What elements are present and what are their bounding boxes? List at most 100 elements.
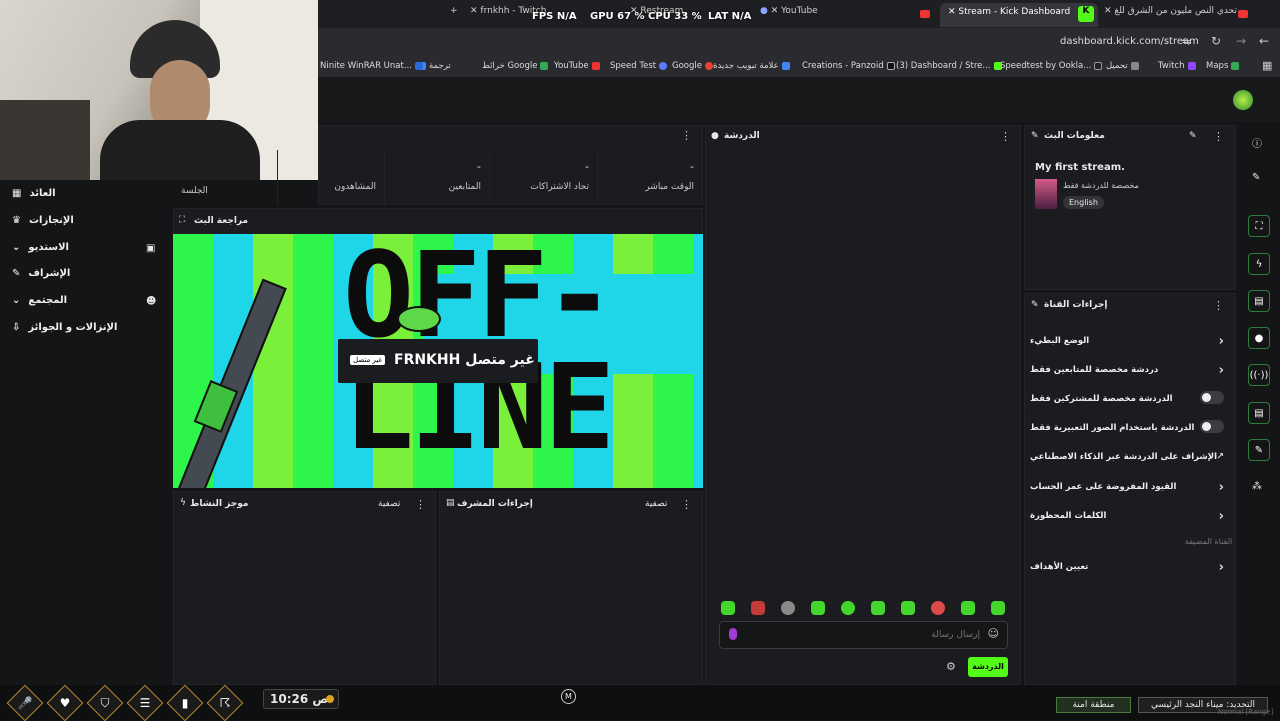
action-followers-only[interactable]: دردشة مخصصة للمتابعين فقط › — [1030, 363, 1230, 378]
emote-icon[interactable] — [811, 601, 825, 615]
chat-send-button[interactable]: الدردشة — [968, 657, 1008, 677]
sidebar-item-achievements[interactable]: ♛ الإنجازات — [12, 215, 74, 226]
emote-icon[interactable] — [871, 601, 885, 615]
offline-lamp — [397, 306, 441, 332]
bookmark-item[interactable]: Ninite WinRAR Unat... — [320, 61, 423, 71]
youtube-icon — [591, 62, 600, 70]
emotes-only-toggle[interactable] — [1200, 420, 1224, 433]
new-tab-icon[interactable]: + — [450, 6, 458, 22]
bookmark-item[interactable]: Speedtest by Ookla... — [1000, 61, 1103, 71]
layout-icon[interactable]: ▤ — [1248, 402, 1270, 424]
close-icon[interactable]: ✕ — [1104, 6, 1114, 16]
info-icon[interactable]: ⓘ — [1252, 135, 1262, 150]
site-settings-icon[interactable]: ⇋ — [1182, 35, 1191, 48]
emote-icon[interactable] — [991, 601, 1005, 615]
edit-icon[interactable]: ✎ — [1189, 131, 1197, 141]
action-label: القيود المفروضة على عمر الحساب — [1030, 482, 1177, 492]
action-ai-moderation[interactable]: الإشراف على الدردشة عبر الذكاء الاصطناعي… — [1030, 452, 1230, 462]
sidebar-item-community[interactable]: ⌄ المجتمع — [12, 295, 67, 306]
google-icon — [704, 62, 713, 70]
sidebar-item-studio[interactable]: ⌄ الاستديو — [12, 242, 69, 253]
url-field[interactable]: dashboard.kick.com/stream — [1060, 36, 1199, 47]
revenue-icon: ▦ — [12, 188, 22, 199]
wrench-icon[interactable]: ✎ — [1248, 439, 1270, 461]
emote-icon[interactable] — [961, 601, 975, 615]
sidebar-item-moderation[interactable]: ✎ الإشراف — [12, 268, 70, 279]
more-icon[interactable]: ⋮ — [681, 129, 692, 142]
avatar[interactable] — [1233, 90, 1253, 110]
stat-value: - — [690, 160, 694, 173]
document-icon: ▤ — [446, 498, 455, 508]
activity-filter-button[interactable]: تصفية — [378, 499, 400, 509]
emote-icon[interactable] — [751, 601, 765, 615]
bookmarks-folder-icon[interactable]: ▦ — [1262, 59, 1272, 72]
settings-gear-icon[interactable]: ⚙ — [946, 660, 956, 673]
cpu-label: CPU — [648, 11, 671, 22]
bookmark-item[interactable]: علامة تبويب جديدة — [713, 61, 790, 71]
bookmark-item[interactable]: Google — [672, 61, 713, 71]
chat-icon[interactable]: ● — [1248, 327, 1270, 349]
sidebar-item-drops[interactable]: ⇩ الإنزالات و الجوائز — [12, 322, 117, 333]
bookmark-item[interactable]: Creations - Panzoid — [802, 61, 895, 71]
tab-label: Stream - Kick Dashboard — [958, 7, 1071, 17]
more-icon[interactable]: ⋮ — [415, 498, 426, 511]
more-icon[interactable]: ⋮ — [1213, 130, 1224, 143]
action-banned-words[interactable]: الكلمات المحظورة › — [1030, 509, 1230, 524]
bookmark-item[interactable]: تحميل — [1106, 61, 1139, 71]
emote-icon[interactable] — [841, 601, 855, 615]
action-account-age[interactable]: القيود المفروضة على عمر الحساب › — [1030, 480, 1230, 495]
subscribers-only-toggle[interactable] — [1200, 391, 1224, 404]
chat-input[interactable] — [744, 626, 980, 644]
fps-value: N/A — [556, 11, 577, 22]
emote-icon[interactable] — [901, 601, 915, 615]
more-icon[interactable]: ⋮ — [1000, 130, 1011, 143]
emote-icon[interactable] — [931, 601, 945, 615]
bookmark-label: Google — [672, 61, 702, 71]
bookmark-item[interactable]: YouTube — [554, 61, 600, 71]
bookmark-label: (3) Dashboard / Stre... — [896, 61, 991, 71]
emote-icon[interactable] — [781, 601, 795, 615]
broadcast-icon[interactable]: ((·)) — [1248, 364, 1270, 386]
chat-bubble-icon: ● — [711, 131, 719, 141]
community-icon[interactable]: ⁂ — [1252, 481, 1262, 492]
sun-icon — [326, 695, 334, 703]
sidebar-item-label: الاستديو — [28, 242, 69, 253]
close-icon[interactable]: ✕ — [948, 7, 958, 17]
bookmark-item[interactable]: خرائط Google — [482, 61, 549, 71]
more-icon[interactable]: ⋮ — [1213, 299, 1224, 312]
mod-filter-button[interactable]: تصفية — [645, 499, 667, 509]
emoji-icon[interactable]: ☺ — [988, 627, 999, 640]
forward-icon[interactable]: → — [1236, 34, 1246, 48]
mic-icon[interactable] — [729, 628, 737, 640]
tab-label: تحدي النص مليون من الشرق للغ — [1114, 6, 1237, 16]
webcam-background — [0, 100, 90, 180]
document-icon[interactable]: ▤ — [1248, 290, 1270, 312]
lightning-icon[interactable]: ϟ — [1248, 253, 1270, 275]
bookmark-item[interactable]: Maps — [1206, 61, 1240, 71]
close-icon[interactable]: ✕ — [768, 6, 781, 16]
language-tag: English — [1063, 196, 1104, 209]
tab-kick-dashboard[interactable]: ✕ Stream - Kick Dashboard — [940, 3, 1098, 27]
edit-icon[interactable]: ✎ — [1252, 172, 1260, 183]
capture-icon[interactable]: ⛶ — [1248, 215, 1270, 237]
more-icon[interactable]: ⋮ — [681, 498, 692, 511]
tab-youtube[interactable]: ● ✕ YouTube — [760, 6, 818, 22]
bookmark-item[interactable]: Twitch — [1158, 61, 1196, 71]
action-slow-mode[interactable]: الوضع البطيء › — [1030, 334, 1230, 349]
bookmark-item[interactable]: (3) Dashboard / Stre... — [896, 61, 1002, 71]
mic-icon: 🎤 — [17, 696, 33, 710]
channel-status-name: FRNKHH غير متصل — [394, 352, 535, 368]
action-set-goals[interactable]: تعيين الأهداف › — [1030, 560, 1230, 575]
cpu-value: 33 % — [674, 11, 702, 22]
ninite-icon — [414, 62, 423, 70]
close-icon[interactable]: ✕ — [470, 6, 480, 16]
back-icon[interactable]: ← — [1259, 34, 1269, 48]
reload-icon[interactable]: ↻ — [1211, 34, 1221, 48]
emote-icon[interactable] — [721, 601, 735, 615]
chat-input-box[interactable]: ☺ — [719, 621, 1008, 649]
maps-icon — [1231, 62, 1240, 70]
safe-zone-label: منطقة امنة — [1072, 700, 1115, 710]
bookmark-item[interactable]: Speed Test — [610, 61, 668, 71]
tab-youtube-video[interactable]: ✕ تحدي النص مليون من الشرق للغ — [1104, 6, 1254, 22]
sidebar-item-revenue[interactable]: ▦ العائد — [12, 188, 56, 199]
